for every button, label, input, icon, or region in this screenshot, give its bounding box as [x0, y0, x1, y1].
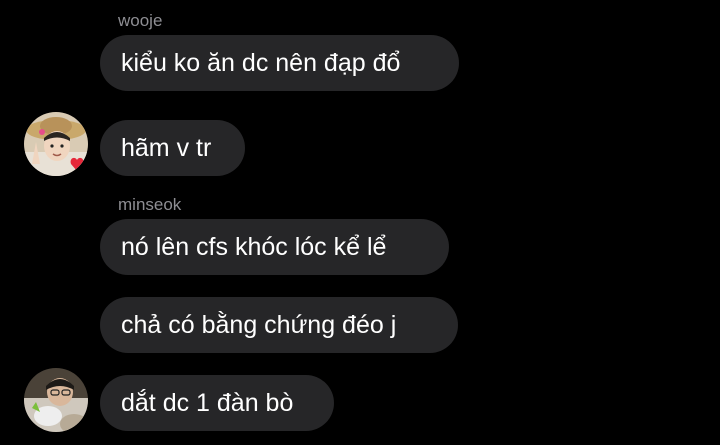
avatar-minseok-icon[interactable]: [24, 368, 88, 432]
avatar-wooje-icon[interactable]: [24, 112, 88, 176]
message-text: chả có bằng chứng đéo j: [121, 311, 397, 339]
message-text: nó lên cfs khóc lóc kể lể: [121, 233, 387, 261]
message-bubble[interactable]: nó lên cfs khóc lóc kể lể: [100, 219, 449, 275]
message-bubble[interactable]: dắt dc 1 đàn bò: [100, 375, 334, 431]
sender-name-wooje: wooje: [118, 11, 163, 30]
message-text: kiểu ko ăn dc nên đạp đổ: [121, 49, 401, 77]
message-bubble[interactable]: chả có bằng chứng đéo j: [100, 297, 458, 353]
avatar-wooje-image: [24, 112, 88, 176]
avatar-minseok-image: [24, 368, 88, 432]
message-bubble[interactable]: kiểu ko ăn dc nên đạp đổ: [100, 35, 459, 91]
message-text: hãm v tr: [121, 134, 212, 162]
message-text: dắt dc 1 đàn bò: [121, 389, 294, 417]
sender-name-minseok: minseok: [118, 195, 182, 214]
message-bubble[interactable]: hãm v tr: [100, 120, 245, 176]
chat-screen: { "thread": { "groups": [ { "sender": "w…: [0, 0, 720, 445]
